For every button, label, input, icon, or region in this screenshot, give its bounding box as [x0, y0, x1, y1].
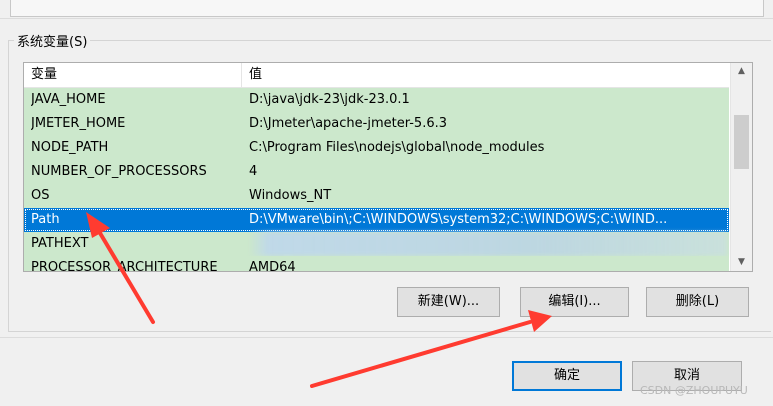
delete-button[interactable]: 删除(L) — [646, 287, 749, 317]
variable-value-cell: C:\Program Files\nodejs\global\node_modu… — [249, 140, 545, 155]
list-row[interactable]: Path D:\VMware\bin\;C:\WINDOWS\system32;C… — [24, 208, 729, 232]
variable-value-cell: D:\java\jdk-23\jdk-23.0.1 — [249, 92, 410, 107]
variable-value-cell: D:\Jmeter\apache-jmeter-5.6.3 — [249, 116, 447, 131]
list-row[interactable]: NODE_PATH C:\Program Files\nodejs\global\… — [24, 136, 729, 160]
variable-value-cell: Windows_NT — [249, 188, 332, 203]
column-header-value[interactable]: 值 — [242, 63, 729, 87]
variable-name-cell: Path — [31, 212, 60, 227]
edit-button[interactable]: 编辑(I)... — [520, 287, 629, 317]
vertical-scrollbar[interactable]: ▲ ▼ — [730, 63, 752, 271]
variable-name-cell: PATHEXT — [31, 236, 89, 251]
variable-name-cell: NUMBER_OF_PROCESSORS — [31, 164, 207, 179]
scrollbar-thumb[interactable] — [734, 115, 749, 169]
list-header: 变量 值 — [24, 63, 729, 88]
new-button[interactable]: 新建(W)... — [397, 287, 500, 317]
list-rows: JAVA_HOME D:\java\jdk-23\jdk-23.0.1 JMETER… — [24, 88, 729, 272]
list-row[interactable]: JAVA_HOME D:\java\jdk-23\jdk-23.0.1 — [24, 88, 729, 112]
scroll-up-arrow-icon[interactable]: ▲ — [731, 63, 752, 80]
scroll-down-arrow-icon[interactable]: ▼ — [731, 254, 752, 271]
ok-button[interactable]: 确定 — [512, 361, 622, 391]
list-row[interactable]: PATHEXT — [24, 232, 729, 256]
watermark-text: CSDN @ZHOUPUYU — [640, 384, 748, 397]
list-row[interactable]: JMETER_HOME D:\Jmeter\apache-jmeter-5.6.3 — [24, 112, 729, 136]
list-row[interactable]: PROCESSOR_ARCHITECTURE AMD64 — [24, 256, 729, 272]
divider — [0, 337, 773, 338]
system-variables-list[interactable]: 变量 值 JAVA_HOME D:\java\jdk-23\jdk-23.0.1 J… — [23, 62, 753, 272]
variable-name-cell: PROCESSOR_ARCHITECTURE — [31, 260, 218, 272]
top-panel-inner — [10, 0, 764, 17]
variable-name-cell: JMETER_HOME — [31, 116, 126, 131]
variable-value-cell: 4 — [249, 164, 258, 179]
variable-value-cell — [249, 232, 727, 256]
variable-name-cell: OS — [31, 188, 50, 203]
top-panel-edge — [0, 0, 773, 19]
variable-value-cell: D:\VMware\bin\;C:\WINDOWS\system32;C:\WI… — [249, 212, 668, 227]
column-header-variable[interactable]: 变量 — [24, 63, 242, 87]
variable-name-cell: NODE_PATH — [31, 140, 109, 155]
variable-value-cell: AMD64 — [249, 260, 296, 272]
list-row[interactable]: NUMBER_OF_PROCESSORS 4 — [24, 160, 729, 184]
variable-name-cell: JAVA_HOME — [31, 92, 106, 107]
list-row[interactable]: OS Windows_NT — [24, 184, 729, 208]
group-label: 系统变量(S) — [14, 31, 91, 50]
